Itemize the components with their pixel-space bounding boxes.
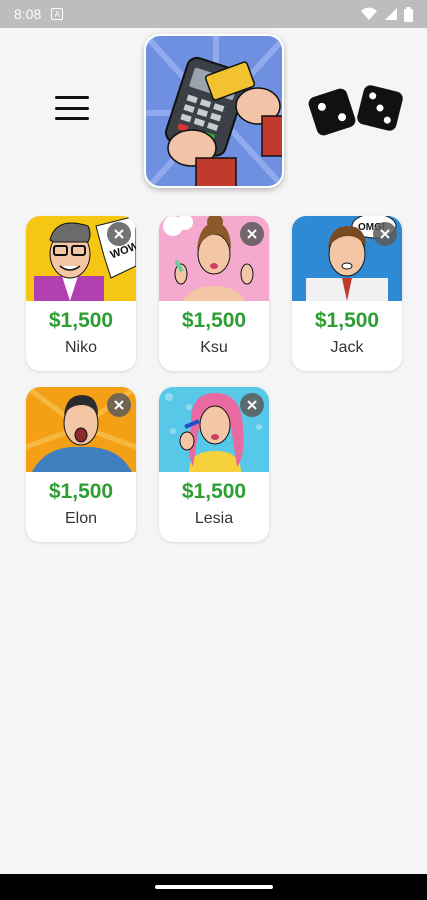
card-price: $1,500 xyxy=(314,309,380,332)
close-icon[interactable] xyxy=(107,222,131,246)
contacts-grid: WOW $1,500 Niko $1,500 Ksu OMG! $1,500 J… xyxy=(26,216,404,542)
home-indicator[interactable] xyxy=(155,885,273,889)
card-lesia[interactable]: $1,500 Lesia xyxy=(159,387,269,542)
close-icon[interactable] xyxy=(240,393,264,417)
card-price: $1,500 xyxy=(181,480,247,503)
hamburger-menu-icon[interactable] xyxy=(52,90,92,126)
card-price: $1,500 xyxy=(48,480,114,503)
card-niko[interactable]: WOW $1,500 Niko xyxy=(26,216,136,371)
status-bar: 8:08 A xyxy=(0,0,427,28)
card-elon[interactable]: $1,500 Elon xyxy=(26,387,136,542)
hero-image[interactable] xyxy=(144,34,284,188)
battery-icon xyxy=(404,6,413,22)
card-name: Niko xyxy=(64,339,97,356)
card-ksu[interactable]: $1,500 Ksu xyxy=(159,216,269,371)
card-jack[interactable]: OMG! $1,500 Jack xyxy=(292,216,402,371)
close-icon[interactable] xyxy=(107,393,131,417)
wifi-icon xyxy=(361,7,377,20)
close-icon[interactable] xyxy=(240,222,264,246)
system-navigation-bar xyxy=(0,874,427,900)
signal-icon xyxy=(385,8,397,20)
card-price: $1,500 xyxy=(48,309,114,332)
status-time: 8:08 xyxy=(14,6,42,22)
close-icon[interactable] xyxy=(373,222,397,246)
card-name: Lesia xyxy=(194,510,234,527)
card-name: Ksu xyxy=(200,339,228,356)
card-name: Elon xyxy=(64,510,98,527)
dice-icon[interactable] xyxy=(306,80,406,140)
notification-a-icon: A xyxy=(51,8,64,20)
card-price: $1,500 xyxy=(181,309,247,332)
card-payment-terminal-illustration xyxy=(146,36,282,186)
header xyxy=(0,28,427,198)
card-name: Jack xyxy=(330,339,364,356)
